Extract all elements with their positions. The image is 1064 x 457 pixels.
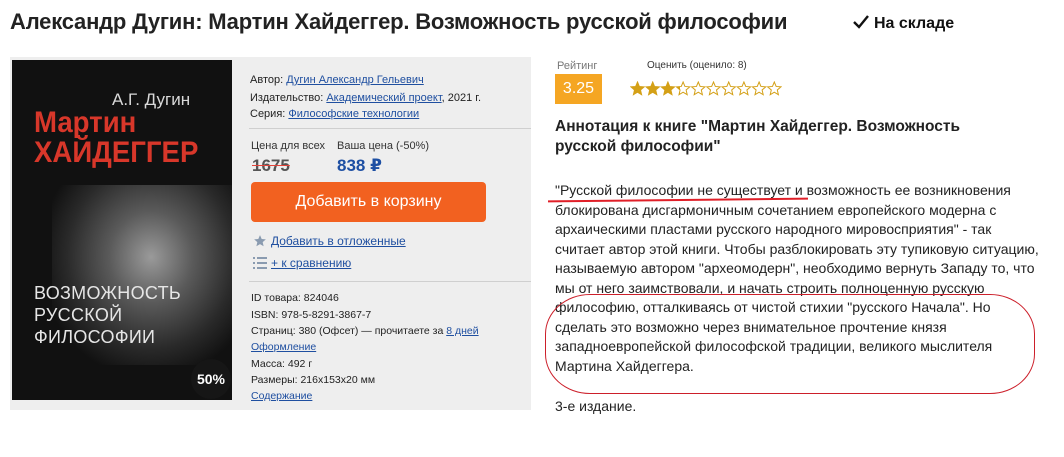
add-to-cart-button[interactable]: Добавить в корзину <box>251 182 486 222</box>
cover-subtitle-line: ФИЛОСОФИИ <box>34 327 156 347</box>
rating-label: Рейтинг <box>557 60 598 72</box>
pages-text: Страниц: 380 (Офсет) — прочитаете за <box>251 325 447 337</box>
rating-star-icon[interactable] <box>675 81 691 96</box>
reading-time-link[interactable]: 8 дней <box>446 325 478 337</box>
star-icon <box>254 235 266 247</box>
rating-star-icon[interactable] <box>720 81 737 96</box>
rating-star-icon[interactable] <box>766 81 782 96</box>
rating-stars[interactable] <box>630 81 782 97</box>
your-price-label: Ваша цена (-50%) <box>337 140 430 152</box>
page-title: Александр Дугин: Мартин Хайдеггер. Возмо… <box>10 9 788 34</box>
red-oval-markup <box>545 294 1035 394</box>
old-price: 1675 <box>252 156 290 175</box>
series-label: Серия: <box>250 108 286 120</box>
dimensions: Размеры: 216x153x20 мм <box>251 374 376 386</box>
cover-title: Мартин ХАЙДЕГГЕР <box>34 108 198 168</box>
edition-note: 3-е издание. <box>555 398 637 414</box>
stock-status: На складе <box>852 14 954 33</box>
weight: Масса: 492 г <box>251 358 313 370</box>
publisher-label: Издательство: <box>250 92 324 104</box>
check-icon <box>853 15 869 29</box>
cover-subtitle-line: РУССКОЙ <box>34 305 123 325</box>
rating-star-icon[interactable] <box>630 81 646 96</box>
rating-star-icon[interactable] <box>705 81 722 96</box>
author-label: Автор: <box>250 74 284 86</box>
rating-star-icon[interactable] <box>736 81 752 96</box>
compare-link[interactable]: + к сравнению <box>253 256 351 270</box>
cover-subtitle: ВОЗМОЖНОСТЬ РУССКОЙ ФИЛОСОФИИ <box>34 282 181 348</box>
cover-title-line: Мартин <box>34 106 137 139</box>
rate-label: Оценить (оценило: 8) <box>647 60 747 71</box>
series-row: Серия: Философские технологии <box>250 108 419 120</box>
divider <box>249 128 531 129</box>
wishlist-label: Добавить в отложенные <box>271 234 406 248</box>
rating-star-icon[interactable] <box>644 81 661 96</box>
contents-link[interactable]: Содержание <box>251 390 312 402</box>
pages-row: Страниц: 380 (Офсет) — прочитаете за 8 д… <box>251 325 479 337</box>
author-row: Автор: Дугин Александр Гельевич <box>250 74 424 86</box>
publisher-row: Издательство: Академический проект, 2021… <box>250 92 481 104</box>
stock-label: На складе <box>874 15 955 32</box>
book-cover[interactable]: А.Г. Дугин Мартин ХАЙДЕГГЕР ВОЗМОЖНОСТЬ … <box>12 60 232 400</box>
design-link[interactable]: Оформление <box>251 341 316 353</box>
cover-subtitle-line: ВОЗМОЖНОСТЬ <box>34 283 182 303</box>
list-price-label: Цена для всех <box>251 140 325 152</box>
cover-title-line: ХАЙДЕГГЕР <box>34 136 199 169</box>
series-link[interactable]: Философские технологии <box>288 108 419 120</box>
rating-star-icon[interactable] <box>751 81 767 96</box>
isbn: ISBN: 978-5-8291-3867-7 <box>251 309 372 321</box>
author-link[interactable]: Дугин Александр Гельевич <box>286 74 424 86</box>
discount-badge: 50% <box>191 359 231 399</box>
new-price: 838 ₽ <box>337 156 382 175</box>
annotation-title: Аннотация к книге "Мартин Хайдеггер. Воз… <box>555 118 961 155</box>
publisher-link[interactable]: Академический проект <box>326 92 441 104</box>
publisher-year: , 2021 г. <box>441 92 482 104</box>
wishlist-link[interactable]: Добавить в отложенные <box>253 234 406 248</box>
rating-star-icon[interactable] <box>660 81 676 96</box>
rating-value: 3.25 <box>555 74 602 104</box>
divider <box>249 281 531 282</box>
product-id: ID товара: 824046 <box>251 292 339 304</box>
compare-label: + к сравнению <box>271 256 352 270</box>
design-row: Оформление <box>251 341 316 353</box>
contents-row: Содержание <box>251 390 312 402</box>
list-icon <box>253 257 267 269</box>
rating-star-icon[interactable] <box>690 81 707 96</box>
